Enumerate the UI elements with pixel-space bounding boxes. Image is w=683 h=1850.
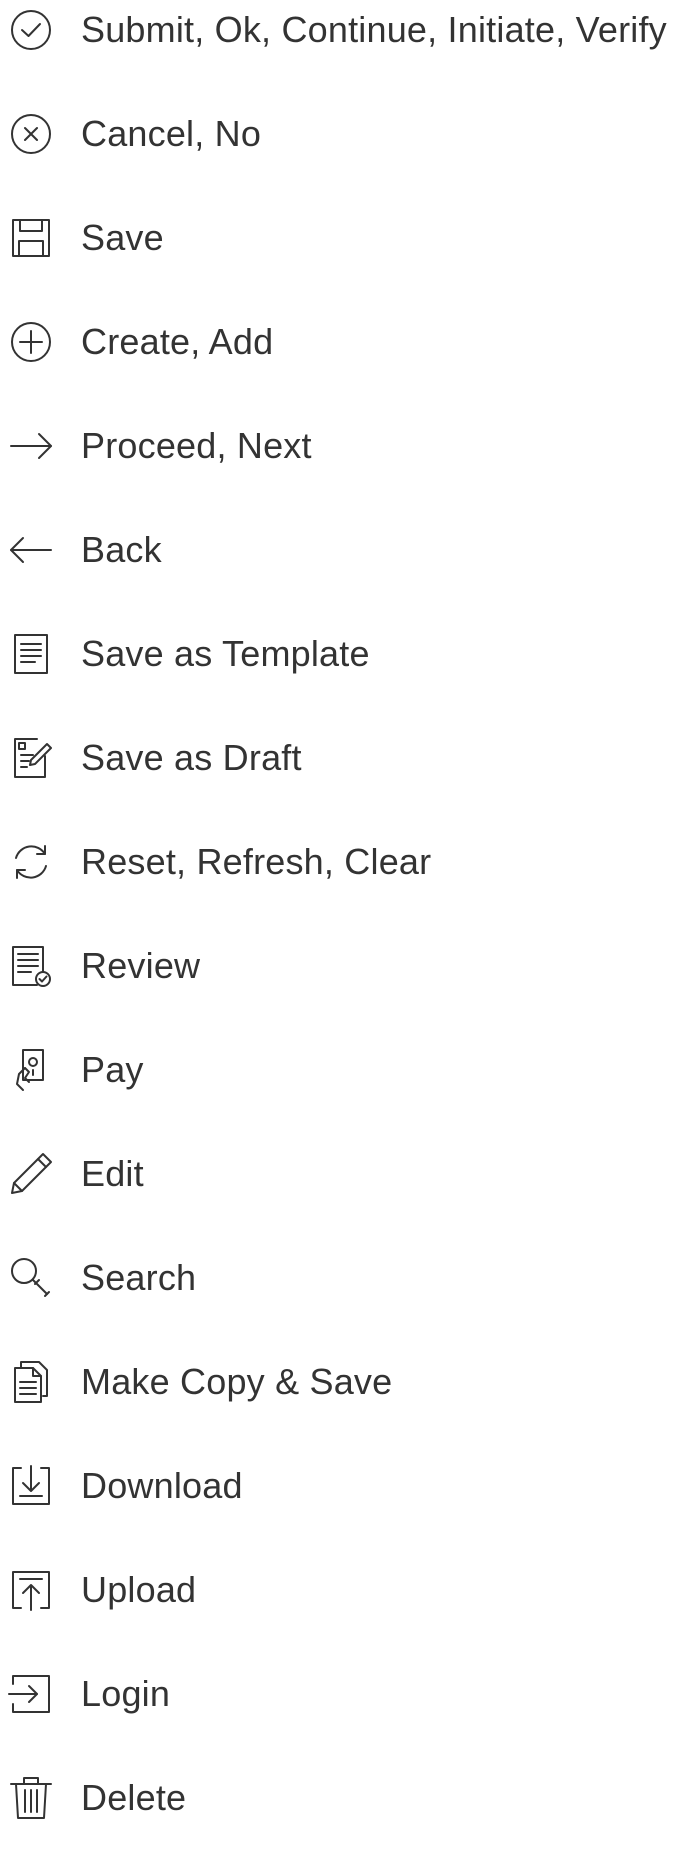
action-label: Create, Add [81,321,274,362]
copy-document-icon [7,1358,55,1406]
login-icon [7,1670,55,1718]
arrow-right-icon [7,422,55,470]
template-document-icon [7,630,55,678]
action-submit[interactable]: Submit, Ok, Continue, Initiate, Verify [0,0,683,82]
action-list: Submit, Ok, Continue, Initiate, Verify C… [0,0,683,1850]
download-tray-icon [7,1462,55,1510]
action-reset[interactable]: Reset, Refresh, Clear [0,810,683,914]
action-label: Download [81,1465,243,1506]
action-label: Review [81,945,201,986]
action-label: Reset, Refresh, Clear [81,841,432,882]
action-label: Make Copy & Save [81,1361,393,1402]
review-document-icon [7,942,55,990]
action-save[interactable]: Save [0,186,683,290]
check-circle-icon [7,6,55,54]
action-label: Save as Template [81,633,370,674]
action-create[interactable]: Create, Add [0,290,683,394]
floppy-disk-icon [7,214,55,262]
action-label: Delete [81,1777,187,1818]
trash-icon [7,1774,55,1822]
action-label: Search [81,1257,197,1298]
action-proceed[interactable]: Proceed, Next [0,394,683,498]
action-cancel[interactable]: Cancel, No [0,82,683,186]
pay-hand-icon [7,1046,55,1094]
action-back[interactable]: Back [0,498,683,602]
pencil-icon [7,1150,55,1198]
action-label: Edit [81,1153,144,1194]
magnifier-icon [7,1254,55,1302]
action-make-copy-and-save[interactable]: Make Copy & Save [0,1330,683,1434]
action-search[interactable]: Search [0,1226,683,1330]
upload-tray-icon [7,1566,55,1614]
action-download[interactable]: Download [0,1434,683,1538]
action-save-as-draft[interactable]: Save as Draft [0,706,683,810]
plus-circle-icon [7,318,55,366]
action-label: Login [81,1673,171,1714]
action-review[interactable]: Review [0,914,683,1018]
close-circle-icon [7,110,55,158]
action-label: Cancel, No [81,113,262,154]
action-delete[interactable]: Delete [0,1746,683,1850]
draft-document-icon [7,734,55,782]
action-label: Back [81,529,162,570]
action-edit[interactable]: Edit [0,1122,683,1226]
action-save-as-template[interactable]: Save as Template [0,602,683,706]
refresh-icon [7,838,55,886]
arrow-left-icon [7,526,55,574]
action-login[interactable]: Login [0,1642,683,1746]
action-upload[interactable]: Upload [0,1538,683,1642]
action-label: Save [81,217,164,258]
action-label: Proceed, Next [81,425,312,466]
action-label: Pay [81,1049,144,1090]
action-pay[interactable]: Pay [0,1018,683,1122]
action-label: Submit, Ok, Continue, Initiate, Verify [81,9,667,50]
action-label: Save as Draft [81,737,302,778]
action-label: Upload [81,1569,197,1610]
